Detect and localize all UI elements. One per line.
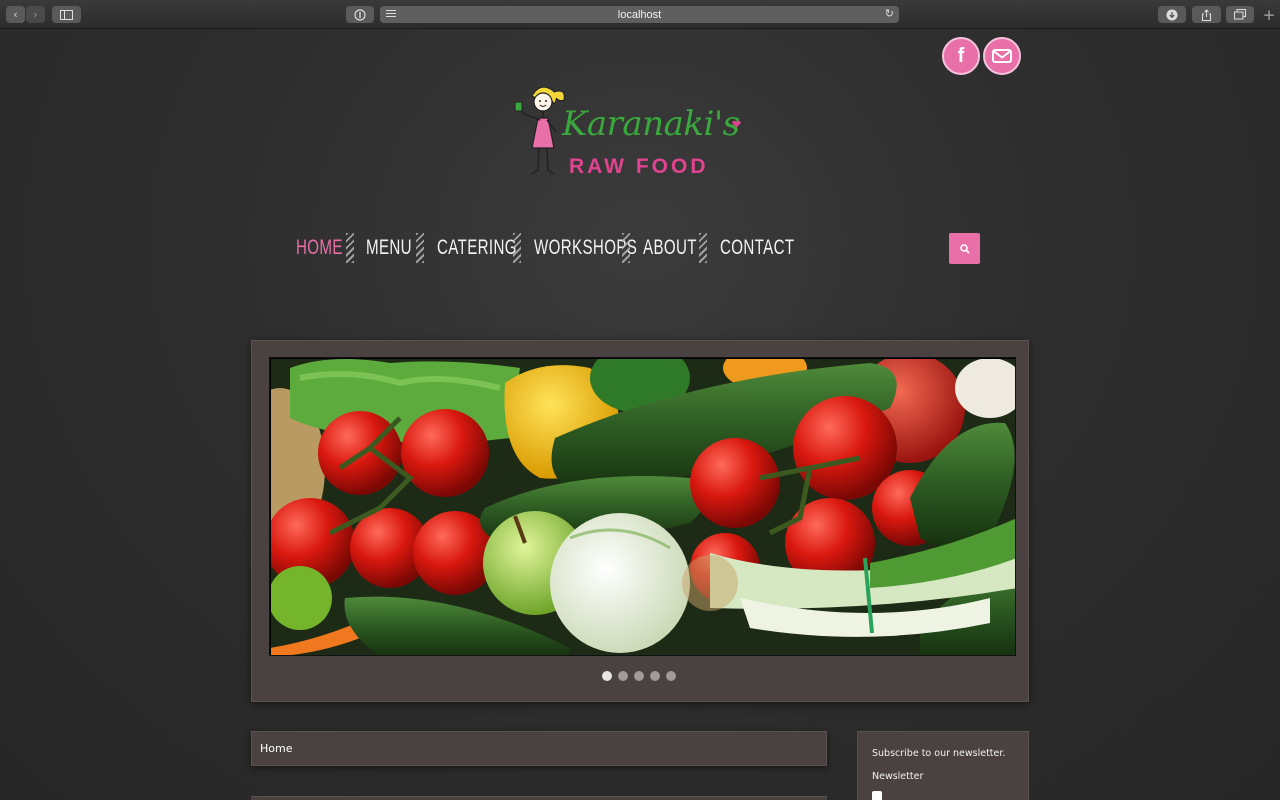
plus-icon[interactable]: + xyxy=(1258,6,1280,29)
download-button[interactable] xyxy=(1158,6,1186,23)
search-button[interactable] xyxy=(949,233,980,264)
url-text: localhost xyxy=(617,8,662,21)
nav-item-workshops[interactable]: WORKSHOPS xyxy=(534,236,637,260)
girl-figure-icon xyxy=(514,86,565,175)
breadcrumb-home[interactable]: Home xyxy=(260,742,292,755)
newsletter-heading: Subscribe to our newsletter. xyxy=(872,748,1006,759)
nav-item-about[interactable]: ABOUT xyxy=(643,236,697,260)
slider-dot[interactable] xyxy=(602,671,612,681)
browser-toolbar: ‹ › localhost ↻ + xyxy=(0,0,1280,29)
site-logo[interactable]: Karanaki's RAW FOOD xyxy=(510,82,772,182)
vegetables-photo xyxy=(270,358,1015,655)
nav-separator xyxy=(416,233,424,263)
facebook-icon: f xyxy=(957,44,965,67)
logo-subtitle: RAW FOOD xyxy=(569,155,709,178)
tabs-button[interactable] xyxy=(1226,6,1254,23)
back-button[interactable]: ‹ xyxy=(6,6,25,23)
share-button[interactable] xyxy=(1192,6,1221,23)
logo-title: Karanaki's xyxy=(562,104,740,144)
sidebar-button[interactable] xyxy=(52,6,81,23)
info-icon xyxy=(354,8,366,21)
reader-lines-icon[interactable] xyxy=(386,10,396,19)
nav-separator xyxy=(346,233,354,263)
nav-separator xyxy=(622,233,630,263)
nav-separator xyxy=(699,233,707,263)
nav-item-menu[interactable]: MENU xyxy=(366,236,412,260)
newsletter-label: Newsletter xyxy=(872,771,924,782)
main-nav: HOME MENU CATERING WORKSHOPS ABOUT CONTA… xyxy=(296,232,794,264)
address-bar[interactable]: localhost ↻ xyxy=(380,6,899,23)
forward-button[interactable]: › xyxy=(26,6,45,23)
slider-dot[interactable] xyxy=(650,671,660,681)
nav-item-catering[interactable]: CATERING xyxy=(437,236,517,260)
email-icon xyxy=(992,49,1012,63)
newsletter-widget: Subscribe to our newsletter. Newsletter xyxy=(857,731,1029,800)
privacy-button[interactable] xyxy=(346,6,374,23)
slider-dot[interactable] xyxy=(618,671,628,681)
newsletter-checkbox[interactable] xyxy=(872,791,882,800)
download-icon xyxy=(1166,9,1178,20)
facebook-button[interactable]: f xyxy=(942,37,980,75)
content-panel xyxy=(251,796,827,800)
nav-separator xyxy=(513,233,521,263)
image-slider xyxy=(251,340,1029,702)
nav-item-contact[interactable]: CONTACT xyxy=(720,236,794,260)
search-icon xyxy=(959,243,970,254)
chevron-right-icon: › xyxy=(33,8,38,21)
tabs-icon xyxy=(1234,9,1246,20)
email-button[interactable] xyxy=(983,37,1021,75)
heart-icon xyxy=(732,120,741,128)
sidebar-icon xyxy=(60,9,73,20)
slider-dot[interactable] xyxy=(634,671,644,681)
slide-image[interactable] xyxy=(269,357,1016,656)
breadcrumb: Home xyxy=(251,731,827,766)
share-icon xyxy=(1201,8,1212,21)
slider-pagination xyxy=(602,671,676,681)
slider-dot[interactable] xyxy=(666,671,676,681)
nav-item-home[interactable]: HOME xyxy=(296,236,342,260)
reload-icon[interactable]: ↻ xyxy=(885,7,894,20)
chevron-left-icon: ‹ xyxy=(13,8,18,21)
